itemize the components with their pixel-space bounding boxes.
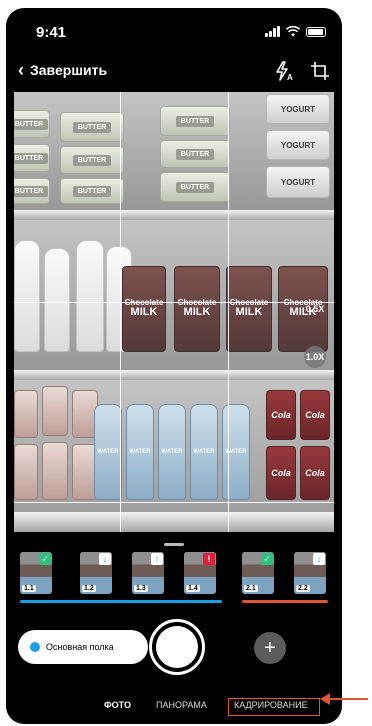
back-label: Завершить bbox=[30, 62, 108, 78]
wifi-icon bbox=[286, 26, 300, 37]
mode-photo[interactable]: ФОТО bbox=[104, 700, 131, 710]
grid-line bbox=[14, 502, 334, 503]
status-bar: 9:41 bbox=[6, 8, 342, 52]
thumbnail-label: 2.1 bbox=[244, 585, 258, 592]
status-time: 9:41 bbox=[36, 24, 67, 41]
shelf-selector-chip[interactable]: Основная полка bbox=[18, 630, 148, 664]
thumbnail-label: 1.2 bbox=[82, 585, 96, 592]
thumbnail-1-2[interactable]: ↓ 1.2 bbox=[80, 552, 112, 594]
svg-text:A: A bbox=[287, 73, 293, 82]
mode-crop[interactable]: КАДРИРОВАНИЕ bbox=[234, 700, 308, 710]
check-icon: ✓ bbox=[39, 553, 51, 565]
drawer-handle[interactable] bbox=[164, 543, 184, 546]
thumbnail-1-3[interactable]: ↑ 1.3 bbox=[132, 552, 164, 594]
thumbnail-label: 1.3 bbox=[134, 585, 148, 592]
plus-icon: + bbox=[264, 636, 276, 659]
crop-icon[interactable] bbox=[310, 61, 330, 81]
chevron-left-icon: ‹ bbox=[18, 60, 24, 80]
thumbnail-2-2[interactable]: ↓ 2.2 bbox=[294, 552, 326, 594]
warning-icon: ! bbox=[203, 553, 215, 565]
phone-frame: 9:41 ‹ Завершить A BUTTER BUTTER BUTTER … bbox=[6, 8, 342, 724]
capture-mode-selector: ФОТО ПАНОРАМА КАДРИРОВАНИЕ bbox=[6, 698, 342, 718]
thumbnail-label: 1.4 bbox=[186, 585, 200, 592]
group-1-indicator bbox=[20, 600, 222, 603]
zoom-option-0-5x[interactable]: 0.5X bbox=[300, 302, 330, 316]
check-icon: ✓ bbox=[261, 553, 273, 565]
add-shelf-button[interactable]: + bbox=[254, 632, 286, 664]
camera-viewfinder[interactable]: BUTTER BUTTER BUTTER BUTTER BUTTER BUTTE… bbox=[14, 92, 334, 532]
thumbnail-1-1[interactable]: ✓ 1.1 bbox=[20, 552, 52, 594]
cellular-signal-icon bbox=[265, 26, 280, 37]
thumbnail-label: 2.2 bbox=[296, 585, 310, 592]
finish-back-button[interactable]: ‹ Завершить bbox=[18, 60, 108, 80]
shelf-color-dot bbox=[30, 642, 40, 652]
arrow-down-icon: ↓ bbox=[313, 553, 325, 565]
thumbnail-strip: ✓ 1.1 ↓ 1.2 ↑ 1.3 ! 1.4 ✓ 2.1 ↓ 2.2 bbox=[16, 552, 332, 608]
shelf-chip-label: Основная полка bbox=[46, 642, 114, 652]
thumbnail-1-4[interactable]: ! 1.4 bbox=[184, 552, 216, 594]
nav-bar: ‹ Завершить A bbox=[6, 58, 342, 86]
shutter-button[interactable] bbox=[149, 619, 205, 675]
arrow-down-icon: ↓ bbox=[99, 553, 111, 565]
arrow-up-icon: ↑ bbox=[151, 553, 163, 565]
zoom-option-1-0x[interactable]: 1.0X bbox=[304, 346, 326, 368]
grid-line bbox=[120, 92, 121, 532]
grid-line bbox=[228, 92, 229, 532]
status-icons bbox=[265, 26, 326, 37]
group-2-indicator bbox=[242, 600, 328, 603]
battery-icon bbox=[306, 26, 326, 37]
thumbnail-2-1[interactable]: ✓ 2.1 bbox=[242, 552, 274, 594]
mode-panorama[interactable]: ПАНОРАМА bbox=[156, 700, 207, 710]
thumbnail-label: 1.1 bbox=[22, 585, 36, 592]
grid-line bbox=[14, 302, 334, 303]
flash-auto-icon[interactable]: A bbox=[274, 60, 296, 82]
viewfinder-dim-overlay bbox=[14, 92, 334, 532]
annotation-arrow-head bbox=[320, 693, 330, 705]
